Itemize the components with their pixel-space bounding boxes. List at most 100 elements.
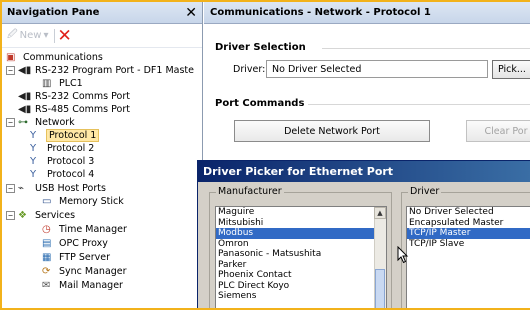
tree-item[interactable]: ◀▮ RS-232 Comms Port	[18, 90, 130, 103]
driver-list-item[interactable]: No Driver Selected	[407, 207, 530, 218]
protocol-icon: Y	[30, 156, 37, 167]
driver-items: No Driver Selected Encapsulated Master TCP…	[407, 207, 530, 249]
tree-item[interactable]: − ⊶ Network	[6, 116, 75, 129]
manufacturer-list-item[interactable]: PLC Direct Koyo	[216, 281, 386, 292]
tree-item-label: Time Manager	[59, 224, 127, 235]
memory-stick-icon: ▭	[42, 196, 52, 207]
driver-picker-dialog: Driver Picker for Ethernet Port Manufact…	[197, 160, 530, 308]
tree-item[interactable]: ◀▮ RS-485 Comms Port	[18, 103, 130, 116]
navigation-pane: Navigation Pane ✕ 🖉 New ▾ ✕ ▣ Communicati…	[2, 2, 203, 308]
new-icon: 🖉	[7, 29, 18, 40]
tree-item-label: PLC1	[59, 78, 83, 89]
driver-label: Driver:	[233, 64, 266, 75]
tree-item-label: Sync Manager	[59, 266, 127, 277]
tree-item-label: FTP Server	[59, 252, 111, 263]
driver-list-item[interactable]: TCP/IP Master	[407, 228, 530, 239]
tree-item[interactable]: − ◀▮ RS-232 Program Port - DF1 Maste	[6, 64, 194, 77]
driver-selection-heading: Driver Selection	[215, 42, 306, 53]
navigation-toolbar: 🖉 New ▾ ✕	[2, 24, 202, 48]
tree-item-label: Protocol 4	[47, 169, 95, 180]
delete-network-port-button[interactable]: Delete Network Port	[234, 120, 430, 142]
tree-item[interactable]: Y Protocol 4	[30, 168, 94, 181]
services-icon: ❖	[18, 210, 27, 221]
protocol-icon: Y	[30, 143, 37, 154]
manufacturer-label: Manufacturer	[216, 186, 284, 197]
tree-item[interactable]: ⟳ Sync Manager	[42, 265, 127, 278]
tree-item[interactable]: − ❖ Services	[6, 209, 75, 222]
clear-port-button[interactable]: Clear Por	[466, 120, 530, 142]
manufacturer-list-item[interactable]: Siemens	[216, 291, 386, 302]
manufacturer-list-item[interactable]: Parker	[216, 260, 386, 271]
plc-icon: ▥	[42, 78, 52, 89]
driver-field: No Driver Selected	[266, 60, 488, 78]
comms-icon: ▣	[6, 52, 16, 63]
network-icon: ⊶	[18, 117, 28, 128]
manufacturer-scrollbar[interactable]: ▲	[374, 207, 386, 308]
protocol-icon: Y	[30, 169, 37, 180]
dialog-title: Driver Picker for Ethernet Port	[198, 161, 530, 182]
tree-item-label: USB Host Ports	[35, 183, 106, 194]
sync-manager-icon: ⟳	[42, 266, 51, 277]
scroll-up-arrow-icon[interactable]: ▲	[374, 207, 386, 219]
tree-item[interactable]: Y Protocol 3	[30, 155, 94, 168]
tree-item-label: RS-232 Comms Port	[35, 91, 130, 102]
pick-button[interactable]: Pick...	[492, 60, 530, 79]
mouse-cursor-icon	[397, 246, 409, 264]
tree-item[interactable]: Y Protocol 1	[30, 129, 100, 142]
tree-item-label: OPC Proxy	[59, 238, 108, 249]
tree-item[interactable]: Y Protocol 2	[30, 142, 94, 155]
tree-item[interactable]: ▥ PLC1	[42, 77, 83, 90]
manufacturer-list-item[interactable]: Mitsubishi	[216, 218, 386, 229]
tree-item-label: RS-232 Program Port - DF1 Maste	[35, 65, 194, 76]
delete-icon[interactable]: ✕	[58, 27, 72, 44]
main-panel-title: Communications - Network - Protocol 1	[204, 2, 530, 24]
collapse-toggle-icon[interactable]: −	[6, 118, 15, 127]
driver-list-item[interactable]: Encapsulated Master	[407, 218, 530, 229]
tree-item[interactable]: − ⌁ USB Host Ports	[6, 182, 106, 195]
collapse-toggle-icon[interactable]: −	[6, 211, 15, 220]
navigation-pane-header: Navigation Pane ✕	[2, 2, 202, 24]
tree-item[interactable]: ▦ FTP Server	[42, 251, 110, 264]
dropdown-arrow-icon: ▾	[43, 30, 49, 41]
scroll-thumb[interactable]	[375, 269, 385, 308]
toolbar-separator	[53, 28, 55, 43]
collapse-toggle-icon[interactable]: −	[6, 66, 15, 75]
section-divider	[308, 104, 530, 105]
opc-proxy-icon: ▤	[42, 238, 52, 249]
port-commands-heading: Port Commands	[215, 98, 305, 109]
manufacturer-list-item[interactable]: Omron	[216, 239, 386, 250]
tree-item[interactable]: ✉ Mail Manager	[42, 279, 123, 292]
manufacturer-items: Maguire Mitsubishi Modbus Omron Panasonic - …	[216, 207, 386, 302]
app-frame: Navigation Pane ✕ 🖉 New ▾ ✕ ▣ Communicati…	[0, 0, 530, 310]
tree-item[interactable]: ▭ Memory Stick	[42, 195, 124, 208]
new-button-label: New	[19, 30, 42, 41]
tree-item-label: Memory Stick	[59, 196, 124, 207]
serial-port-icon: ◀▮	[18, 104, 32, 115]
protocol-icon: Y	[30, 130, 37, 141]
tree-item-label: RS-485 Comms Port	[35, 104, 130, 115]
tree-item-label: Mail Manager	[59, 280, 123, 291]
usb-icon: ⌁	[18, 183, 25, 194]
navigation-pane-title: Navigation Pane	[7, 7, 100, 18]
serial-port-icon: ◀▮	[18, 65, 32, 76]
driver-list[interactable]: No Driver Selected Encapsulated Master TCP…	[406, 206, 530, 308]
tree-item-label: Protocol 2	[47, 143, 95, 154]
tree-item[interactable]: ◷ Time Manager	[42, 223, 127, 236]
new-button[interactable]: 🖉 New ▾	[7, 27, 58, 44]
driver-list-item[interactable]: TCP/IP Slave	[407, 239, 530, 250]
tree-item-label: Protocol 3	[47, 156, 95, 167]
manufacturer-list-item[interactable]: Phoenix Contact	[216, 270, 386, 281]
tree-item-label: Protocol 1	[45, 129, 100, 142]
tree-item[interactable]: ▣ Communications	[6, 51, 103, 64]
tree-item-label: Services	[35, 210, 76, 221]
ftp-server-icon: ▦	[42, 252, 52, 263]
mail-manager-icon: ✉	[42, 280, 51, 291]
serial-port-icon: ◀▮	[18, 91, 32, 102]
manufacturer-list[interactable]: Maguire Mitsubishi Modbus Omron Panasonic - …	[215, 206, 387, 308]
tree-item[interactable]: ▤ OPC Proxy	[42, 237, 108, 250]
collapse-toggle-icon[interactable]: −	[6, 184, 15, 193]
manufacturer-list-item[interactable]: Maguire	[216, 207, 386, 218]
manufacturer-list-item[interactable]: Modbus	[216, 228, 386, 239]
close-icon[interactable]: ✕	[185, 6, 197, 20]
manufacturer-list-item[interactable]: Panasonic - Matsushita	[216, 249, 386, 260]
